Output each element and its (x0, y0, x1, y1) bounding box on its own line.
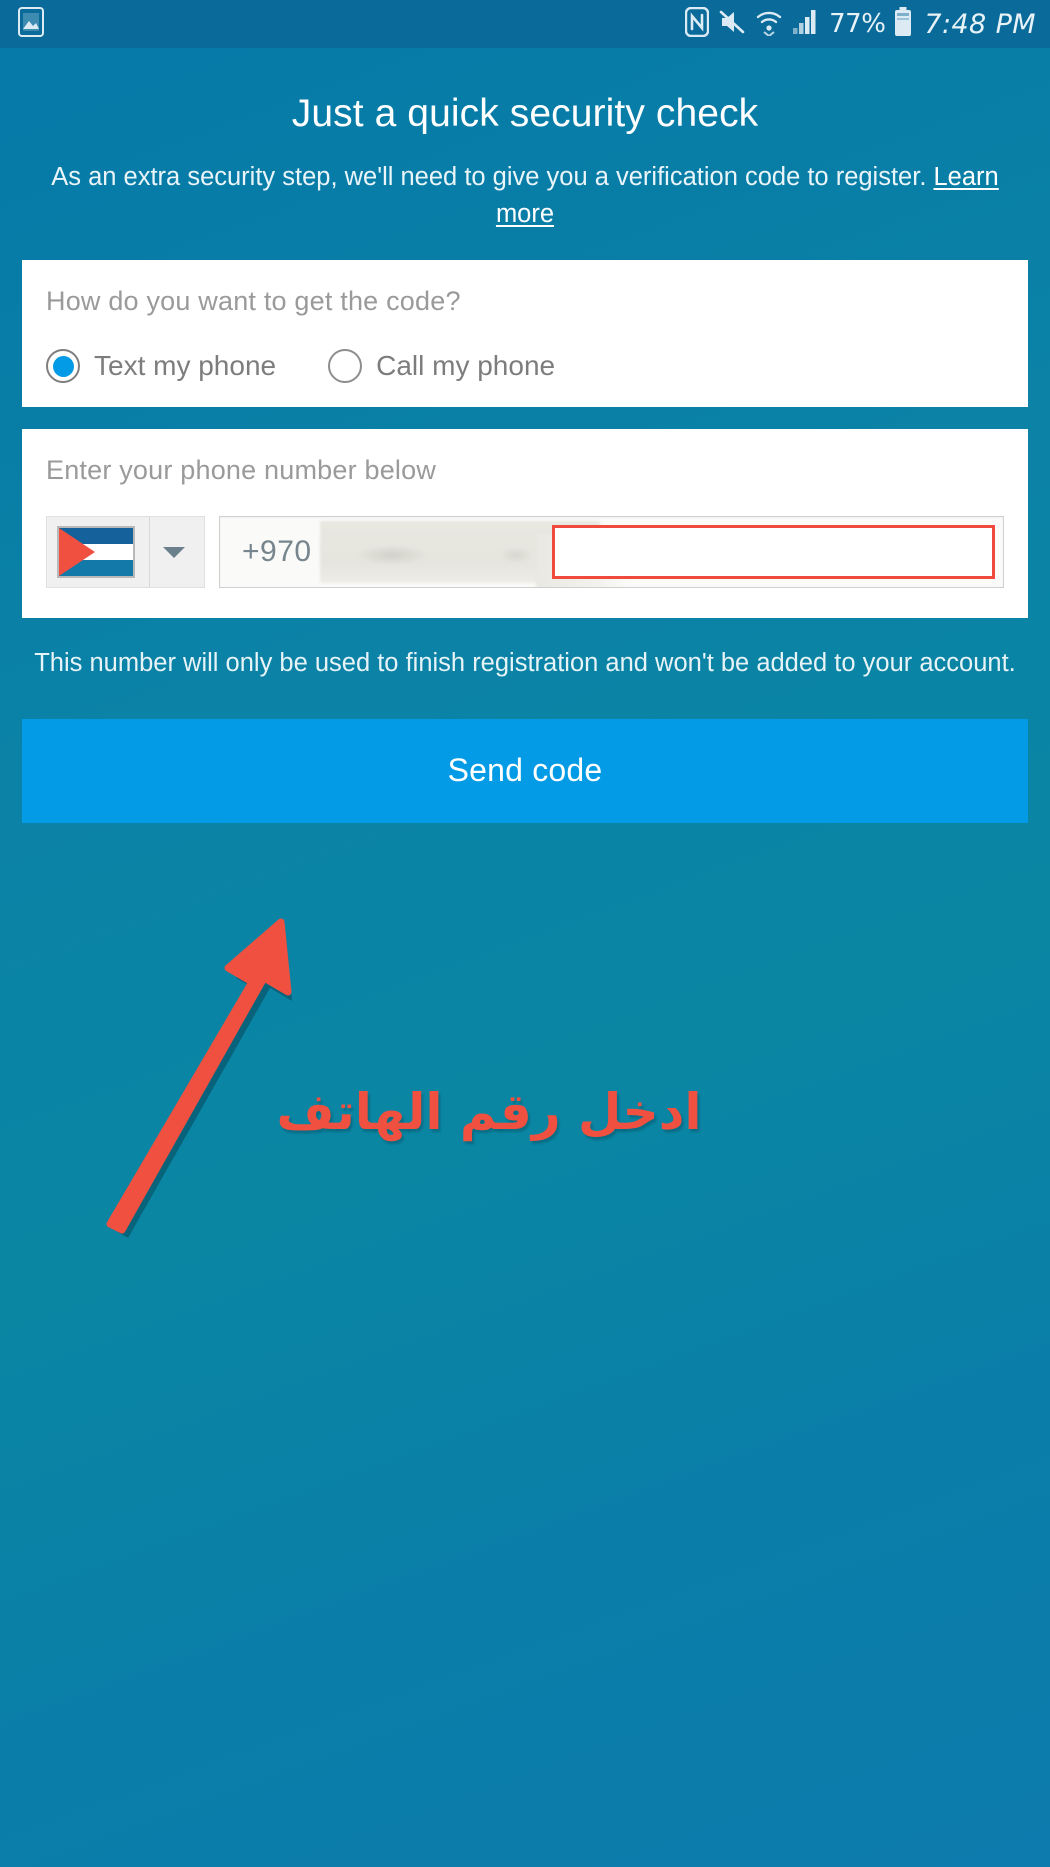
page-subtitle: As an extra security step, we'll need to… (22, 159, 1028, 232)
page-subtitle-text: As an extra security step, we'll need to… (51, 163, 934, 191)
status-bar-right: 77% 7:48 PM (684, 6, 1036, 42)
phone-number-label: Enter your phone number below (46, 455, 437, 486)
battery-icon (894, 6, 912, 42)
palestine-flag-icon (57, 526, 135, 579)
radio-selected-dot (52, 355, 74, 377)
status-bar-clock: 7:48 PM (924, 8, 1036, 40)
phone-usage-disclaimer: This number will only be used to finish … (34, 649, 1016, 678)
dial-code-prefix: +970 (242, 535, 312, 569)
phone-number-row: +970 (46, 516, 1004, 589)
phone-number-card: Enter your phone number below +970 (22, 429, 1028, 619)
radio-button-text-my-phone[interactable] (46, 349, 80, 384)
radio-button-call-my-phone[interactable] (328, 349, 363, 384)
code-method-card: How do you want to get the code? Text my… (22, 260, 1028, 408)
volume-muted-icon (718, 9, 746, 40)
arabic-instruction-note: ادخل رقم الهاتف (276, 1083, 702, 1141)
main-content: Just a quick security check As an extra … (0, 92, 1050, 823)
radio-option-text-my-phone[interactable]: Text my phone (46, 349, 277, 384)
radio-label-text-my-phone: Text my phone (94, 350, 277, 382)
country-code-selector[interactable] (46, 516, 205, 589)
selector-divider (149, 517, 150, 588)
code-method-label: How do you want to get the code? (46, 286, 461, 317)
status-bar-left (18, 6, 44, 42)
phone-number-input[interactable]: +970 (219, 516, 1004, 589)
radio-option-call-my-phone[interactable]: Call my phone (328, 349, 556, 384)
radio-label-call-my-phone: Call my phone (376, 350, 556, 382)
gallery-image-icon (18, 6, 44, 42)
status-bar: 77% 7:48 PM (0, 0, 1050, 48)
chevron-down-icon[interactable] (163, 546, 185, 558)
red-rectangle-highlight-icon (552, 525, 995, 580)
page-title: Just a quick security check (291, 92, 759, 135)
code-method-radio-group: Text my phone Call my phone (46, 349, 1004, 384)
cellular-signal-icon (792, 9, 820, 40)
battery-percentage: 77% (829, 9, 886, 39)
send-code-button[interactable]: Send code (22, 718, 1028, 823)
wifi-icon (755, 8, 783, 41)
nfc-icon (684, 6, 710, 42)
